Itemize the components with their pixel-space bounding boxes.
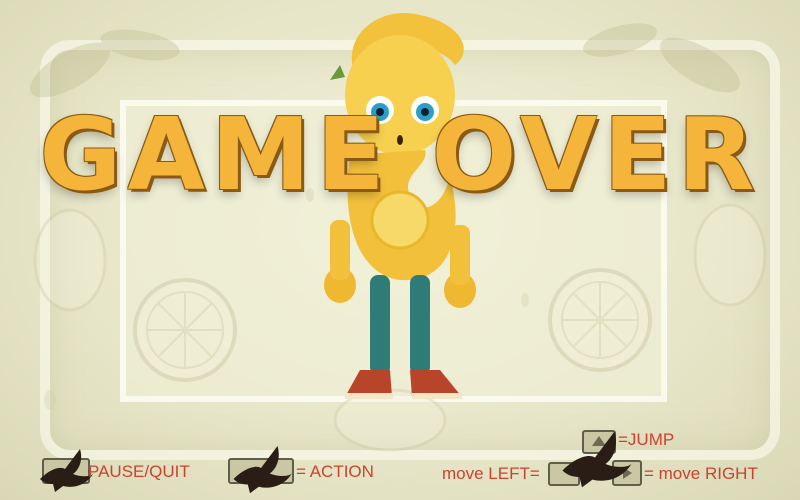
bird-silhouette-icon [562, 431, 632, 488]
bird-silhouette-icon [40, 449, 93, 492]
pause-quit-label: PAUSE/QUIT [88, 462, 190, 481]
move-right-label: = move RIGHT [644, 464, 758, 483]
lemon-slice-icon [548, 268, 652, 372]
action-label: = ACTION [296, 462, 374, 481]
move-left-label: move LEFT= [442, 464, 540, 483]
bird-silhouette-icon [233, 446, 292, 494]
game-over-screen: GAME OVER PAUSE/QUIT = ACTION move LEFT=… [0, 0, 800, 500]
game-over-title: GAME OVER [39, 96, 761, 213]
lemon-slice-icon [133, 278, 237, 382]
